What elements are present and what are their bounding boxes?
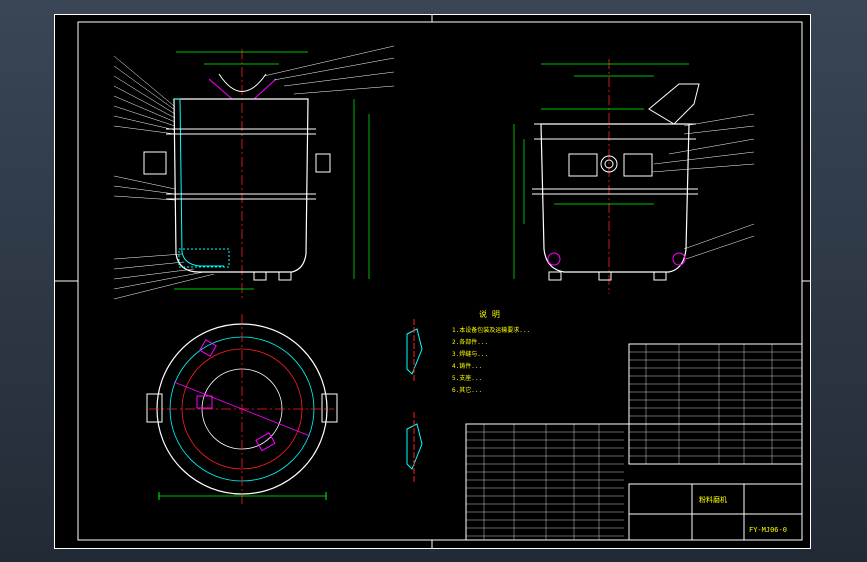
note-line: 2.各部件... [452,338,488,346]
cad-drawing: 说 明 1.本设备包装及运输要求... 2.各部件... 3.焊缝与... 4.… [54,14,811,549]
outer-frame [54,14,811,549]
cad-viewport[interactable]: 说 明 1.本设备包装及运输要求... 2.各部件... 3.焊缝与... 4.… [0,0,867,562]
drawing-sheet: 说 明 1.本设备包装及运输要求... 2.各部件... 3.焊缝与... 4.… [54,14,811,549]
side-view [513,59,755,294]
note-line: 5.支座... [452,374,482,382]
note-line: 3.焊缝与... [452,350,488,358]
detail-views [406,319,423,484]
note-line: 1.本设备包装及运输要求... [452,326,530,334]
notes-title: 说 明 [479,309,500,319]
note-line: 4.铸件... [452,362,482,370]
parts-list [465,343,803,541]
drawing-name: 粉料磨机 [699,495,727,504]
technical-notes: 说 明 1.本设备包装及运输要求... 2.各部件... 3.焊缝与... 4.… [452,309,530,394]
plan-view [146,314,338,504]
front-section-view [113,45,395,300]
drawing-number: FY-MJ06-0 [749,526,787,534]
note-line: 6.其它... [452,386,482,394]
title-block: 粉料磨机 FY-MJ06-0 [628,483,803,541]
